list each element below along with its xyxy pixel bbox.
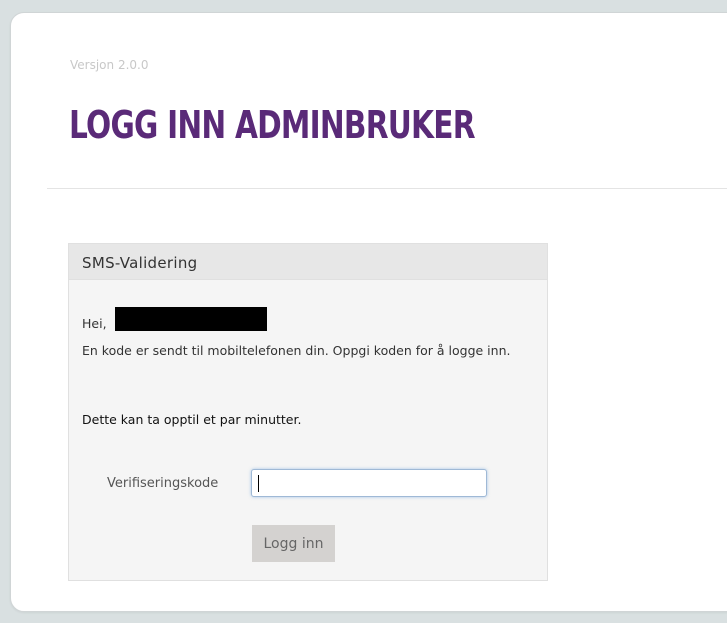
wait-notice: Dette kan ta opptil et par minutter. bbox=[82, 412, 302, 427]
sms-validation-panel: SMS-Validering Hei, En kode er sendt til… bbox=[68, 243, 548, 581]
greeting-text: Hei, bbox=[82, 316, 107, 331]
login-button[interactable]: Logg inn bbox=[252, 525, 335, 562]
verification-code-label: Verifiseringskode bbox=[107, 476, 219, 491]
greeting-line: Hei, bbox=[82, 306, 267, 331]
info-text: En kode er sendt til mobiltelefonen din.… bbox=[82, 343, 511, 358]
page-title: LOGG INN ADMINBRUKER bbox=[69, 103, 476, 147]
redacted-username bbox=[114, 306, 267, 331]
text-caret bbox=[258, 475, 259, 492]
verification-code-input[interactable] bbox=[251, 469, 487, 497]
divider bbox=[47, 188, 727, 189]
panel-title: SMS-Validering bbox=[69, 244, 547, 280]
version-label: Versjon 2.0.0 bbox=[70, 58, 149, 72]
login-card: Versjon 2.0.0 LOGG INN ADMINBRUKER SMS-V… bbox=[10, 12, 727, 612]
